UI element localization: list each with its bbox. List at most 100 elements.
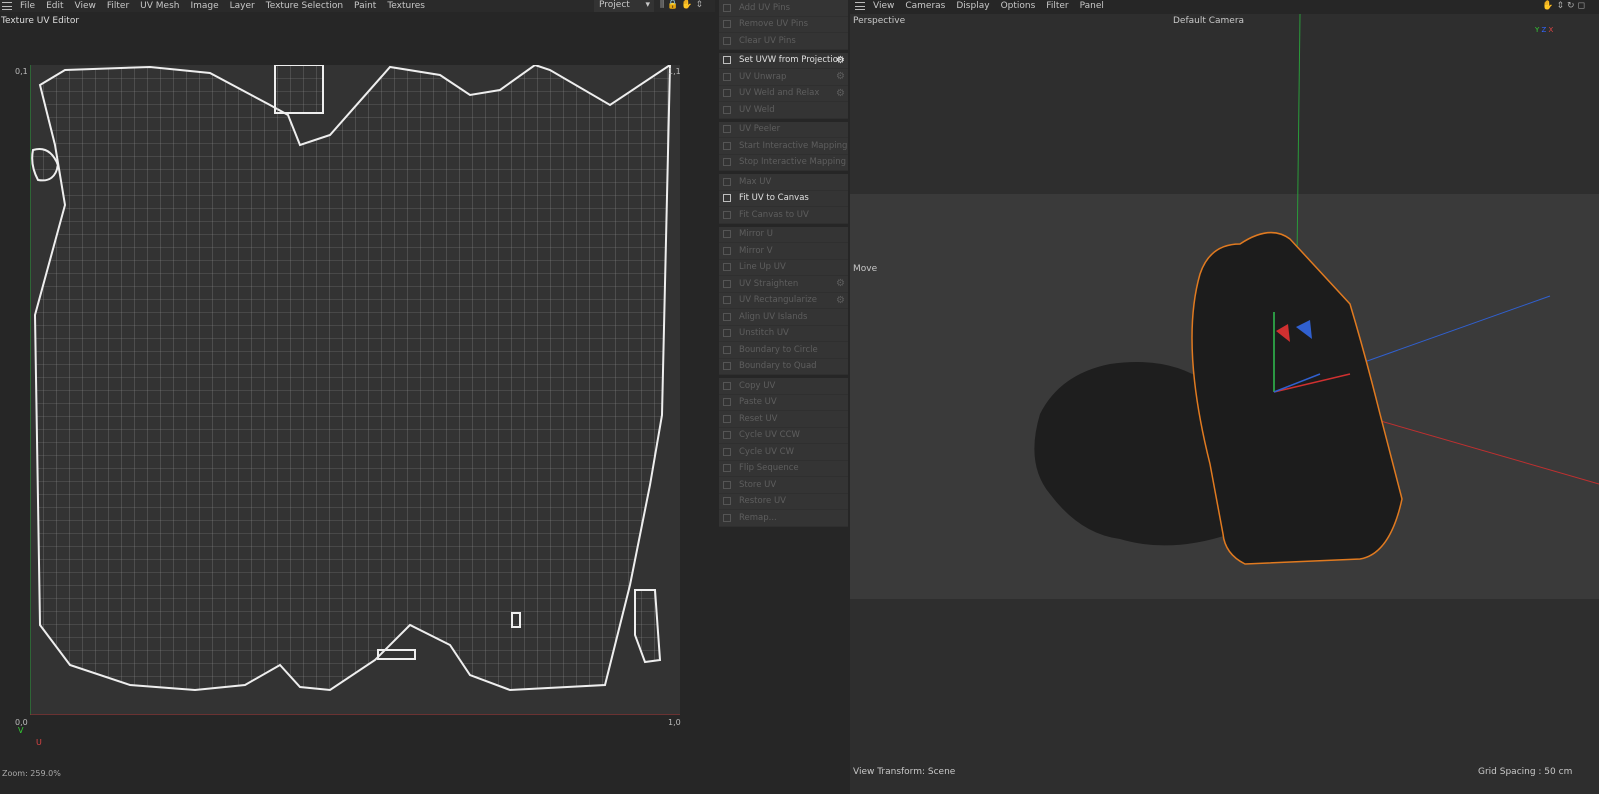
menu-image[interactable]: Image xyxy=(190,1,218,11)
tool-start-interactive-mapping[interactable]: Start Interactive Mapping xyxy=(719,138,848,155)
tool-icon xyxy=(723,312,731,321)
menu-textures[interactable]: Textures xyxy=(387,1,425,11)
tool-store-uv[interactable]: Store UV xyxy=(719,477,848,494)
tool-icon xyxy=(723,480,731,489)
tool-fit-uv-to-canvas[interactable]: Fit UV to Canvas xyxy=(719,191,848,207)
hamburger-menu-icon[interactable] xyxy=(2,2,12,10)
tool-uv-unwrap[interactable]: UV Unwrap ⚙ xyxy=(719,69,848,86)
tool-icon xyxy=(723,230,731,239)
project-select[interactable]: Project ▾ xyxy=(594,0,654,12)
tool-uv-weld[interactable]: UV Weld xyxy=(719,102,848,119)
tool-icon xyxy=(723,89,731,98)
tool-boundary-to-quad[interactable]: Boundary to Quad xyxy=(719,359,848,375)
tool-remove-uv-pins[interactable]: Remove UV Pins xyxy=(719,17,848,33)
tool-icon xyxy=(723,141,731,150)
viewport-menubar: View Cameras Display Options Filter Panel ✋⇕↻… xyxy=(853,0,1599,12)
menu-panel[interactable]: Panel xyxy=(1080,1,1104,11)
tool-mirror-u[interactable]: Mirror U xyxy=(719,227,848,243)
menu-display[interactable]: Display xyxy=(956,1,989,11)
menu-file[interactable]: File xyxy=(20,1,35,11)
tool-icon xyxy=(723,20,731,29)
tool-uv-rectangularize[interactable]: UV Rectangularize ⚙ xyxy=(719,293,848,309)
menu-paint[interactable]: Paint xyxy=(354,1,376,11)
tool-icon xyxy=(723,125,731,134)
gear-icon[interactable]: ⚙ xyxy=(836,278,845,289)
gear-icon[interactable]: ⚙ xyxy=(836,295,845,306)
tool-icon xyxy=(723,398,731,407)
menu-options[interactable]: Options xyxy=(1001,1,1036,11)
tool-label: Unstitch UV xyxy=(739,328,789,339)
view-transform-label: View Transform: Scene xyxy=(853,767,956,777)
tool-label: Cycle UV CW xyxy=(739,446,795,457)
tool-max-uv[interactable]: Max UV xyxy=(719,174,848,191)
tool-remap[interactable]: Remap... xyxy=(719,510,848,527)
tool-icon xyxy=(723,279,731,288)
tool-icon xyxy=(723,263,731,272)
tool-boundary-to-circle[interactable]: Boundary to Circle xyxy=(719,342,848,359)
menu-edit[interactable]: Edit xyxy=(46,1,63,11)
tool-icon xyxy=(723,381,731,390)
uv-header-icons[interactable]: ⫼🔒✋⇕ xyxy=(660,0,706,10)
tool-icon xyxy=(723,447,731,456)
3d-viewport[interactable]: Perspective Default Camera Move View Tra… xyxy=(850,14,1599,794)
tool-copy-uv[interactable]: Copy UV xyxy=(719,378,848,395)
perspective-label[interactable]: Perspective xyxy=(853,16,905,26)
tool-unstitch-uv[interactable]: Unstitch UV xyxy=(719,326,848,342)
menu-view[interactable]: View xyxy=(873,1,894,11)
hamburger-menu-icon[interactable] xyxy=(855,2,865,10)
camera-label[interactable]: Default Camera xyxy=(1173,16,1244,26)
gear-icon[interactable]: ⚙ xyxy=(836,55,845,66)
tool-clear-uv-pins[interactable]: Clear UV Pins xyxy=(719,33,848,50)
tool-uv-weld-and-relax[interactable]: UV Weld and Relax ⚙ xyxy=(719,86,848,102)
tool-label: Reset UV xyxy=(739,413,778,424)
menu-filter[interactable]: Filter xyxy=(107,1,129,11)
move-tool-label: Move xyxy=(853,264,878,274)
tool-icon xyxy=(723,210,731,219)
tool-label: Paste UV xyxy=(739,397,777,408)
viewport-nav-icons[interactable]: ✋⇕↻◻ xyxy=(1542,1,1588,11)
gear-icon[interactable]: ⚙ xyxy=(836,71,845,82)
tool-group: Max UV Fit UV to Canvas Fit Canvas to UV xyxy=(719,174,848,224)
tool-label: Start Interactive Mapping xyxy=(739,140,848,151)
tool-line-up-uv[interactable]: Line Up UV xyxy=(719,260,848,276)
tool-icon xyxy=(723,3,731,12)
tool-icon xyxy=(723,56,731,65)
menu-view[interactable]: View xyxy=(75,1,96,11)
tool-stop-interactive-mapping[interactable]: Stop Interactive Mapping xyxy=(719,155,848,171)
tool-uv-peeler[interactable]: UV Peeler xyxy=(719,122,848,138)
tool-fit-canvas-to-uv[interactable]: Fit Canvas to UV xyxy=(719,207,848,224)
menu-uv-mesh[interactable]: UV Mesh xyxy=(140,1,179,11)
tool-restore-uv[interactable]: Restore UV xyxy=(719,494,848,510)
tool-label: Add UV Pins xyxy=(739,2,791,13)
menu-layer[interactable]: Layer xyxy=(230,1,255,11)
uv-canvas[interactable] xyxy=(29,64,680,716)
tool-icon xyxy=(723,246,731,255)
tool-paste-uv[interactable]: Paste UV xyxy=(719,395,848,411)
menu-filter[interactable]: Filter xyxy=(1046,1,1068,11)
chevron-down-icon: ▾ xyxy=(645,0,650,10)
tool-add-uv-pins[interactable]: Add UV Pins xyxy=(719,0,848,17)
tool-align-uv-islands[interactable]: Align UV Islands xyxy=(719,309,848,326)
tool-reset-uv[interactable]: Reset UV xyxy=(719,411,848,428)
uv-label-top-right: 1,1 xyxy=(668,67,681,76)
tool-flip-sequence[interactable]: Flip Sequence xyxy=(719,461,848,477)
tool-icon xyxy=(723,296,731,305)
tool-label: Fit UV to Canvas xyxy=(739,193,809,204)
tool-cycle-uv-ccw[interactable]: Cycle UV CCW xyxy=(719,428,848,444)
tool-cycle-uv-cw[interactable]: Cycle UV CW xyxy=(719,444,848,461)
tool-icon xyxy=(723,414,731,423)
tool-set-uvw-from-projection[interactable]: Set UVW from Projection ⚙ xyxy=(719,53,848,69)
gear-icon[interactable]: ⚙ xyxy=(836,88,845,99)
menu-texture-selection[interactable]: Texture Selection xyxy=(266,1,343,11)
tool-label: Stop Interactive Mapping xyxy=(739,157,846,168)
tool-uv-straighten[interactable]: UV Straighten ⚙ xyxy=(719,276,848,293)
tool-icon xyxy=(723,497,731,506)
tool-group: Copy UV Paste UV Reset UV Cycle UV CCW Cycle… xyxy=(719,378,848,527)
tool-label: Restore UV xyxy=(739,496,786,507)
tool-label: Boundary to Quad xyxy=(739,361,817,372)
tool-label: Remap... xyxy=(739,512,777,523)
uv-tool-panel: Add UV Pins Remove UV Pins Clear UV Pins Se… xyxy=(719,0,848,530)
tool-label: Mirror V xyxy=(739,245,773,256)
menu-cameras[interactable]: Cameras xyxy=(905,1,945,11)
tool-mirror-v[interactable]: Mirror V xyxy=(719,243,848,260)
